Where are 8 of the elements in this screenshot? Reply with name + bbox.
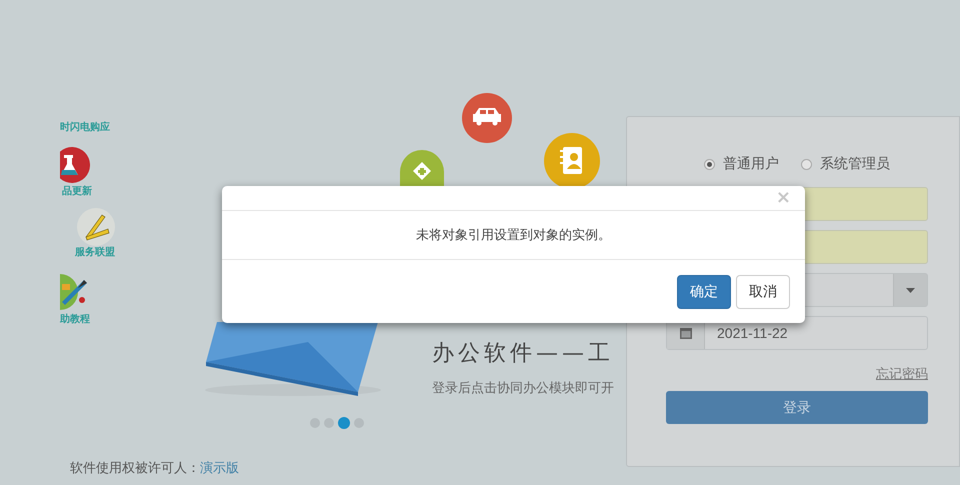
subtitle-text: 登录后点击协同办公模块即可开 [432,380,614,397]
banner-label: 品更新 [62,184,92,198]
banner-label: 助教程 [60,312,90,326]
dialog-message: 未将对象引用设置到对象的实例。 [222,211,805,260]
banner-label: 时闪电购应 [60,120,110,134]
banner-label: 服务联盟 [75,246,115,259]
license-label: 软件使用权被许可人： [70,460,200,477]
headline-text: 办公软件——工 [432,340,614,368]
